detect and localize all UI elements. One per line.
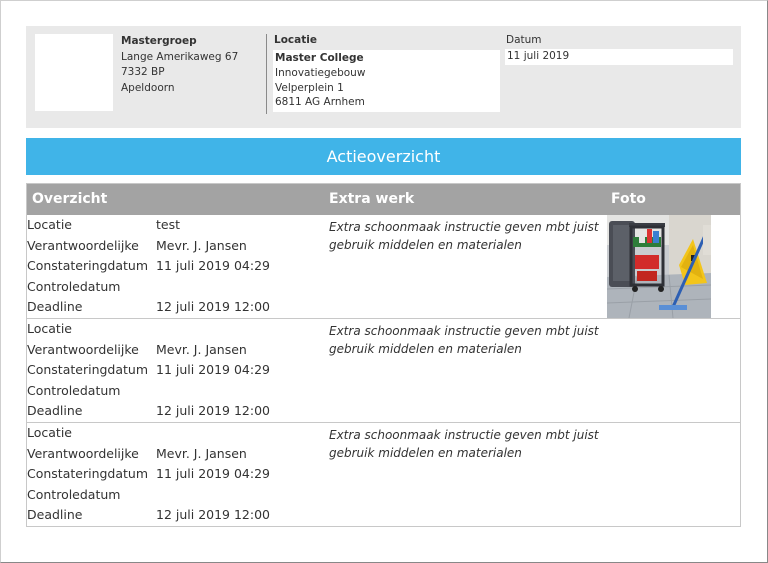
photo-image <box>607 215 711 318</box>
date-value: 11 juli 2019 <box>505 49 733 65</box>
company-name: Mastergroep <box>121 35 197 47</box>
location-address: Master College Innovatiegebouw Velperple… <box>273 50 500 112</box>
field-label: Deadline <box>27 403 83 419</box>
column-header-overview: Overzicht <box>32 191 108 207</box>
field-label: Deadline <box>27 507 83 523</box>
extra-work-text: Extra schoonmaak instructie geven mbt ju… <box>329 428 599 460</box>
report-header: Mastergroep Lange Amerikaweg 67 7332 BP … <box>26 26 741 128</box>
company-city: Apeldoorn <box>121 81 175 94</box>
field-value: Mevr. J. Jansen <box>156 341 247 357</box>
field-value: Mevr. J. Jansen <box>156 445 247 461</box>
location-building: Innovatiegebouw <box>275 66 366 79</box>
page-title: Actieoverzicht <box>26 138 741 175</box>
field-label: Verantwoordelijke <box>27 445 139 461</box>
field-value: 12 juli 2019 12:00 <box>156 299 271 315</box>
company-street: Lange Amerikaweg 67 <box>121 50 239 63</box>
extra-work-text: Extra schoonmaak instructie geven mbt ju… <box>329 324 599 356</box>
field-value: 11 juli 2019 04:29 <box>156 362 271 378</box>
table-row: Locatie test Verantwoordelijke Mevr. J. Jan… <box>27 215 740 319</box>
extra-work-text: Extra schoonmaak instructie geven mbt ju… <box>329 220 599 252</box>
field-label: Controledatum <box>27 382 121 398</box>
field-value: test <box>156 217 181 232</box>
location-name: Master College <box>275 52 364 64</box>
field-value: 12 juli 2019 12:00 <box>156 507 271 523</box>
company-address: Mastergroep Lange Amerikaweg 67 7332 BP … <box>121 34 238 96</box>
field-value: 11 juli 2019 04:29 <box>156 258 271 274</box>
field-label: Constateringdatum <box>27 362 149 378</box>
column-header-extra-work: Extra werk <box>329 191 415 207</box>
action-table: Overzicht Extra werk Foto Locatie test Ver… <box>26 183 741 527</box>
field-label: Controledatum <box>27 278 121 294</box>
date-label: Datum <box>506 34 542 46</box>
field-label: Deadline <box>27 299 83 315</box>
field-label: Constateringdatum <box>27 466 149 482</box>
field-label: Controledatum <box>27 486 121 502</box>
field-value: 12 juli 2019 12:00 <box>156 403 271 419</box>
location-street: Velperplein 1 <box>275 81 344 94</box>
field-label: Constateringdatum <box>27 258 149 274</box>
table-row: Locatie Verantwoordelijke Mevr. J. Jansen C… <box>27 319 740 423</box>
field-label: Locatie <box>27 321 72 336</box>
location-postcode-city: 6811 AG Arnhem <box>275 96 365 109</box>
field-label: Verantwoordelijke <box>27 341 139 357</box>
field-label: Verantwoordelijke <box>27 237 139 253</box>
table-row: Locatie Verantwoordelijke Mevr. J. Jansen C… <box>27 423 740 527</box>
company-postcode: 7332 BP <box>121 66 165 78</box>
location-label: Locatie <box>274 34 317 46</box>
field-label: Locatie <box>27 425 72 440</box>
table-header: Overzicht Extra werk Foto <box>27 184 740 215</box>
cleaning-cart-photo[interactable] <box>607 215 711 318</box>
header-divider <box>266 34 267 114</box>
field-value: 11 juli 2019 04:29 <box>156 466 271 482</box>
logo-placeholder <box>35 34 113 111</box>
field-value: Mevr. J. Jansen <box>156 237 247 253</box>
field-label: Locatie <box>27 217 72 232</box>
column-header-photo: Foto <box>611 191 646 207</box>
